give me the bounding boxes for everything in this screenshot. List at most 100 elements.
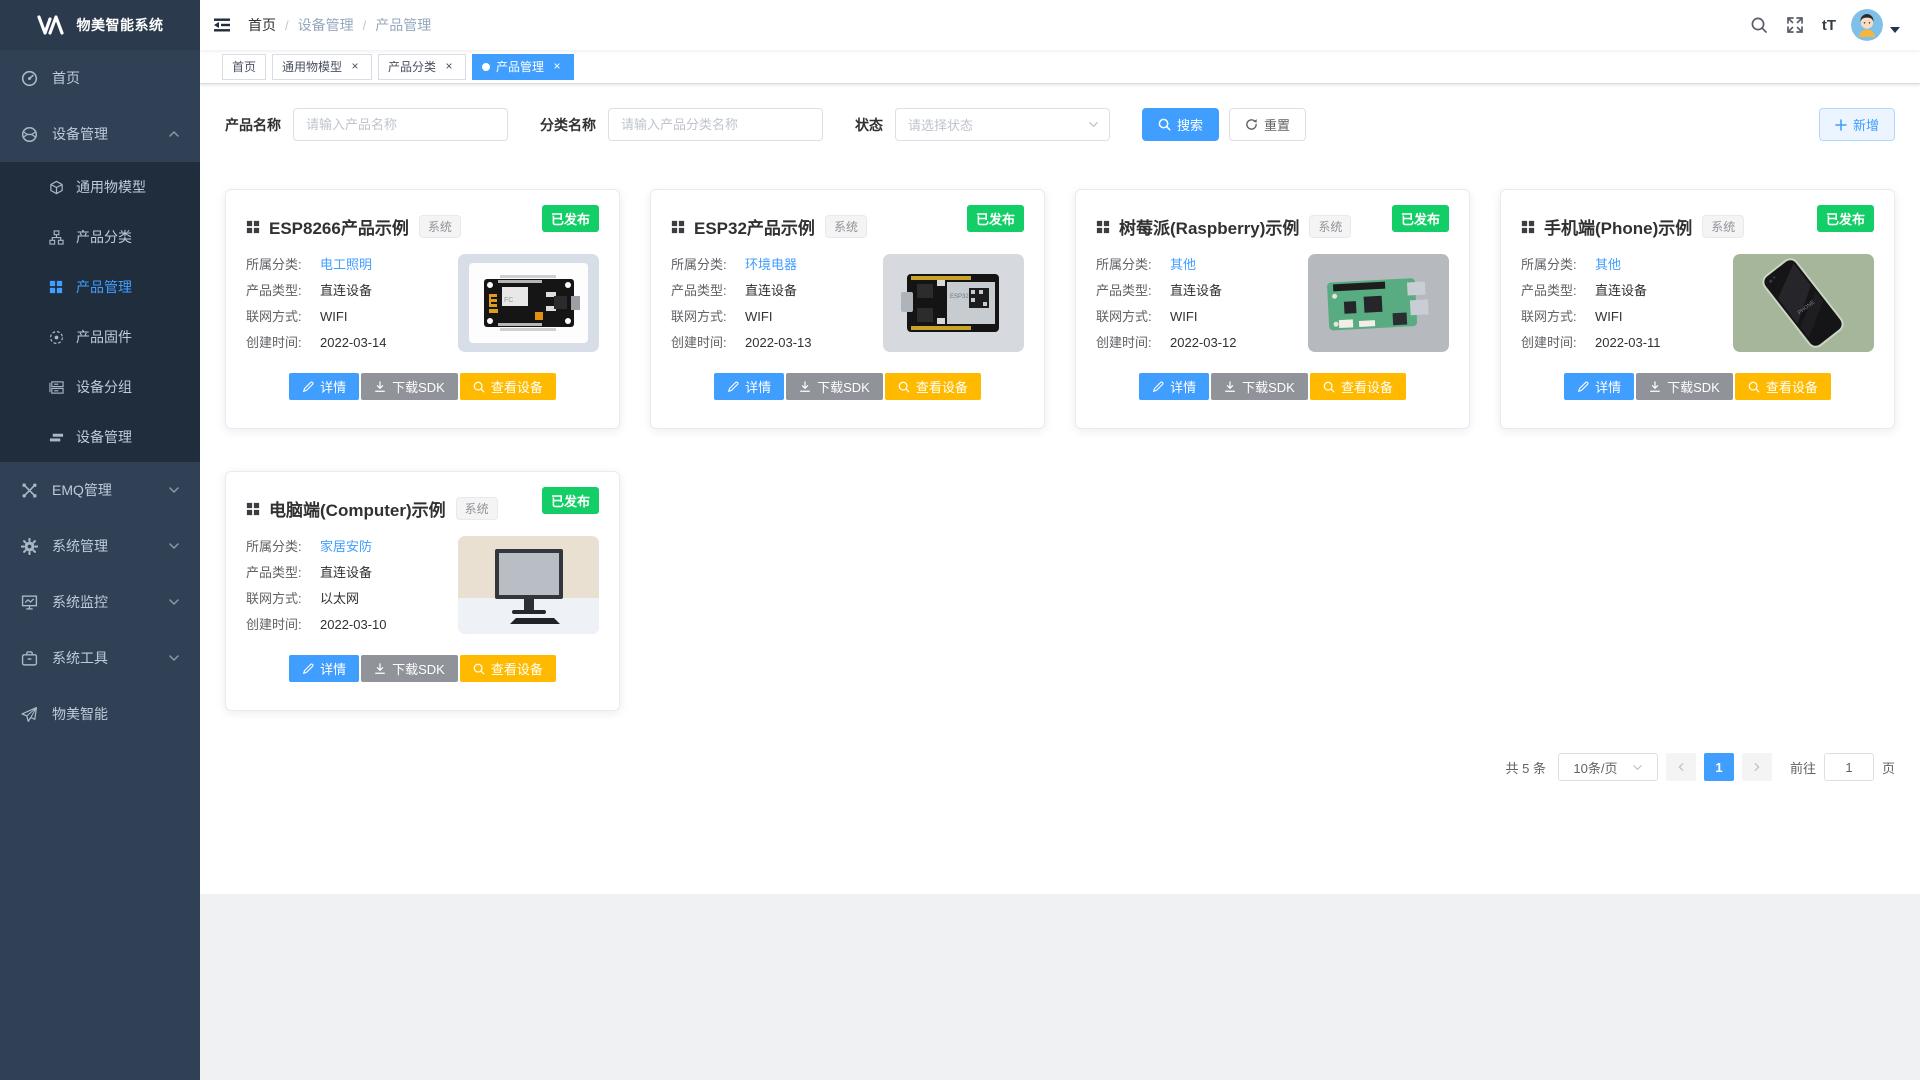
filter-status: 状态 请选择状态 <box>855 108 1110 141</box>
category-link[interactable]: 其他 <box>1170 256 1196 273</box>
download-sdk-label: 下载SDK <box>392 377 445 396</box>
view-devices-button[interactable]: 查看设备 <box>460 655 556 682</box>
category-link[interactable]: 环境电器 <box>745 256 797 273</box>
search-button[interactable]: 搜索 <box>1142 108 1219 141</box>
chevron-down-icon <box>168 540 180 552</box>
field-label: 联网方式: <box>246 590 320 607</box>
prev-page-button[interactable] <box>1666 753 1696 781</box>
view-devices-label: 查看设备 <box>1766 377 1818 396</box>
font-size-icon[interactable]: tT <box>1813 0 1845 50</box>
sidebar-item-device-list[interactable]: 设备管理 <box>0 412 200 462</box>
sidebar-fold-icon[interactable] <box>200 0 244 50</box>
add-button[interactable]: 新增 <box>1819 108 1895 141</box>
card-body: 所属分类:其他 产品类型:直连设备 联网方式:WIFI 创建时间:2022-03… <box>1096 254 1449 360</box>
app-logo[interactable]: 物美智能系统 <box>0 0 200 50</box>
paper-plane-icon <box>20 705 38 723</box>
sidebar-item-thing-model[interactable]: 通用物模型 <box>0 162 200 212</box>
field-value: 2022-03-11 <box>1595 334 1661 351</box>
download-sdk-button[interactable]: 下载SDK <box>1211 373 1308 400</box>
sidebar-item-label: 系统工具 <box>52 648 168 668</box>
status-badge: 已发布 <box>542 487 599 514</box>
tab-home[interactable]: 首页 <box>222 54 266 80</box>
reset-button-label: 重置 <box>1264 115 1290 134</box>
field-value: 2022-03-13 <box>745 334 812 351</box>
detail-button[interactable]: 详情 <box>1564 373 1634 400</box>
fullscreen-icon[interactable] <box>1777 0 1813 50</box>
page-size-select[interactable]: 10条/页 <box>1558 753 1658 781</box>
view-devices-label: 查看设备 <box>1341 377 1393 396</box>
field-value: 2022-03-12 <box>1170 334 1237 351</box>
avatar[interactable] <box>1851 9 1883 41</box>
download-sdk-label: 下载SDK <box>1242 377 1295 396</box>
tab-label: 产品分类 <box>388 58 436 75</box>
tab-product-category[interactable]: 产品分类 × <box>378 54 466 80</box>
card-body: 所属分类:其他 产品类型:直连设备 联网方式:WIFI 创建时间:2022-03… <box>1521 254 1874 360</box>
sidebar-item-product-firmware[interactable]: 产品固件 <box>0 312 200 362</box>
briefcase-icon <box>20 649 38 667</box>
category-name-input[interactable] <box>608 108 823 141</box>
svg-text:FC: FC <box>504 297 513 304</box>
filter-bar: 产品名称 分类名称 状态 请选择状态 搜索 <box>225 108 1895 141</box>
sidebar-item-emq[interactable]: EMQ管理 <box>0 462 200 518</box>
view-devices-button[interactable]: 查看设备 <box>460 373 556 400</box>
product-image-raspberry <box>1308 254 1449 352</box>
grid-icon <box>671 220 685 234</box>
close-icon[interactable]: × <box>442 60 456 74</box>
view-devices-button[interactable]: 查看设备 <box>1310 373 1406 400</box>
download-sdk-button[interactable]: 下载SDK <box>786 373 883 400</box>
field-value: 直连设备 <box>745 282 797 299</box>
detail-button[interactable]: 详情 <box>289 373 359 400</box>
tab-product-mgmt[interactable]: 产品管理 × <box>472 54 574 80</box>
product-card-esp32: 已发布 ESP32产品示例 系统 所属分类:环境电器 产品类型:直连设备 联网方… <box>650 189 1045 429</box>
product-card-grid: 已发布 ESP8266产品示例 系统 所属分类:电工照明 产品类型:直连设备 联… <box>225 189 1895 711</box>
next-page-button[interactable] <box>1742 753 1772 781</box>
breadcrumb-home[interactable]: 首页 <box>248 15 276 35</box>
category-link[interactable]: 电工照明 <box>320 256 372 273</box>
search-icon[interactable] <box>1741 0 1777 50</box>
product-name: 手机端(Phone)示例 <box>1544 214 1692 239</box>
sidebar-item-system-monitor[interactable]: 系统监控 <box>0 574 200 630</box>
sidebar-item-system-tools[interactable]: 系统工具 <box>0 630 200 686</box>
sidebar-item-home[interactable]: 首页 <box>0 50 200 106</box>
tab-thing-model[interactable]: 通用物模型 × <box>272 54 372 80</box>
goto-page-input[interactable] <box>1824 753 1874 781</box>
status-select[interactable]: 请选择状态 <box>895 108 1110 141</box>
status-badge: 已发布 <box>967 205 1024 232</box>
detail-button[interactable]: 详情 <box>714 373 784 400</box>
sidebar-item-product-category[interactable]: 产品分类 <box>0 212 200 262</box>
sidebar-item-product-mgmt[interactable]: 产品管理 <box>0 262 200 312</box>
sidebar-item-device-group[interactable]: 设备分组 <box>0 362 200 412</box>
sidebar-item-system-mgmt[interactable]: 系统管理 <box>0 518 200 574</box>
product-name-input[interactable] <box>293 108 508 141</box>
detail-button[interactable]: 详情 <box>289 655 359 682</box>
close-icon[interactable]: × <box>348 60 362 74</box>
user-menu[interactable] <box>1851 9 1900 41</box>
category-link[interactable]: 家居安防 <box>320 538 372 555</box>
field-label: 产品类型: <box>246 564 320 581</box>
view-devices-button[interactable]: 查看设备 <box>1735 373 1831 400</box>
grid-icon <box>48 279 64 295</box>
view-devices-button[interactable]: 查看设备 <box>885 373 981 400</box>
caret-down-icon[interactable] <box>1890 21 1900 39</box>
download-sdk-button[interactable]: 下载SDK <box>361 373 458 400</box>
page-content: 产品名称 分类名称 状态 请选择状态 搜索 <box>200 84 1920 894</box>
sidebar-item-device-mgmt[interactable]: 设备管理 <box>0 106 200 162</box>
bars-icon <box>48 429 64 445</box>
field-label: 创建时间: <box>1521 334 1595 351</box>
sidebar-item-label: 设备分组 <box>76 377 200 397</box>
download-sdk-button[interactable]: 下载SDK <box>361 655 458 682</box>
pagination-goto: 前往 页 <box>1790 753 1895 781</box>
product-image-computer <box>458 536 599 634</box>
field-value: 2022-03-14 <box>320 334 387 351</box>
download-sdk-button[interactable]: 下载SDK <box>1636 373 1733 400</box>
field-label: 联网方式: <box>1521 308 1595 325</box>
reset-button[interactable]: 重置 <box>1229 108 1306 141</box>
top-navbar: 首页 / 设备管理 / 产品管理 tT <box>200 0 1920 50</box>
close-icon[interactable]: × <box>550 60 564 74</box>
detail-button[interactable]: 详情 <box>1139 373 1209 400</box>
page-number-1[interactable]: 1 <box>1704 753 1734 781</box>
sidebar-item-wumei[interactable]: 物美智能 <box>0 686 200 742</box>
field-value: 直连设备 <box>1595 282 1647 299</box>
field-value: WIFI <box>320 308 347 325</box>
category-link[interactable]: 其他 <box>1595 256 1621 273</box>
